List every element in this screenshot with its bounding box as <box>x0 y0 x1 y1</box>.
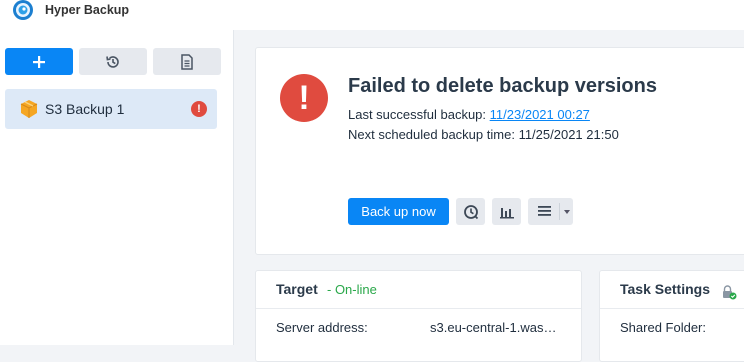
sidebar-item-s3-backup[interactable]: S3 Backup 1 ! <box>5 89 217 129</box>
sidebar: S3 Backup 1 ! <box>0 30 234 345</box>
last-backup-link[interactable]: 11/23/2021 00:27 <box>490 107 590 122</box>
log-button[interactable] <box>153 48 221 75</box>
title-bar: Hyper Backup <box>0 0 744 30</box>
caret-down-icon[interactable] <box>564 210 570 214</box>
status-card: ! Failed to delete backup versions Last … <box>255 47 744 255</box>
shared-folder-label: Shared Folder: <box>620 320 706 335</box>
task-settings-header: Task Settings <box>620 281 710 297</box>
menu-icon <box>538 206 551 216</box>
error-status-icon: ! <box>280 74 328 122</box>
restore-icon <box>463 204 478 219</box>
statistics-icon <box>499 207 514 218</box>
server-address-label: Server address: <box>276 320 368 335</box>
next-backup-value: 11/25/2021 21:50 <box>518 127 619 142</box>
target-online-status: - On-line <box>327 282 377 297</box>
next-backup-label: Next scheduled backup time: <box>348 127 515 142</box>
history-icon <box>106 55 119 68</box>
package-icon <box>20 100 38 118</box>
error-icon: ! <box>191 101 207 117</box>
hyper-backup-logo-icon <box>13 0 33 20</box>
add-task-button[interactable] <box>5 48 73 75</box>
lock-check-icon <box>723 285 737 300</box>
history-button[interactable] <box>79 48 147 75</box>
divider <box>600 308 744 309</box>
back-up-now-button[interactable]: Back up now <box>348 198 449 225</box>
last-backup-line: Last successful backup: 11/23/2021 00:27 <box>348 107 590 122</box>
divider <box>256 308 581 309</box>
button-divider <box>559 203 560 220</box>
task-settings-card: Task Settings Shared Folder: <box>599 270 744 362</box>
sidebar-item-label: S3 Backup 1 <box>45 101 125 117</box>
target-header: Target <box>276 281 318 297</box>
more-actions-button[interactable] <box>528 198 573 225</box>
last-backup-label: Last successful backup: <box>348 107 487 122</box>
plus-icon <box>33 55 45 68</box>
restore-button[interactable] <box>456 198 485 225</box>
server-address-value: s3.eu-central-1.wasabisys.com <box>430 320 560 335</box>
status-title: Failed to delete backup versions <box>348 75 657 97</box>
statistics-button[interactable] <box>492 198 521 225</box>
next-backup-line: Next scheduled backup time: 11/25/2021 2… <box>348 127 619 142</box>
document-icon <box>181 53 193 70</box>
target-card: Target - On-line Server address: s3.eu-c… <box>255 270 582 362</box>
app-title: Hyper Backup <box>45 3 130 17</box>
